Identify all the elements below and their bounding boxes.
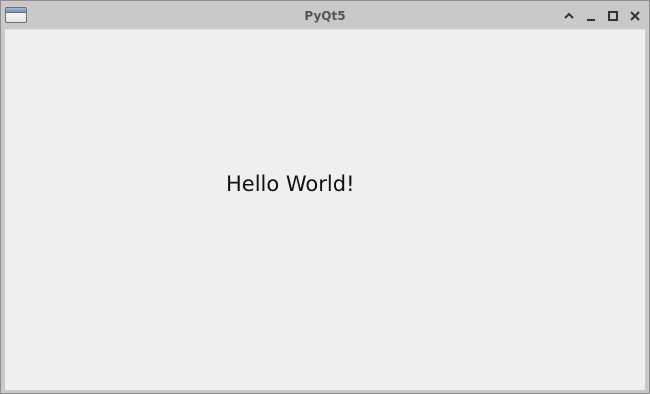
- window-titlebar[interactable]: PyQt5: [1, 1, 649, 29]
- window-client-area: Hello World!: [5, 29, 645, 390]
- minimize-button[interactable]: [581, 6, 601, 26]
- maximize-icon: [608, 11, 618, 21]
- hello-label: Hello World!: [226, 172, 355, 196]
- chevron-up-icon: [564, 12, 574, 19]
- minimize-icon: [587, 19, 595, 21]
- shade-button[interactable]: [559, 6, 579, 26]
- window-controls: [559, 6, 645, 26]
- maximize-button[interactable]: [603, 6, 623, 26]
- close-icon: [630, 11, 640, 21]
- app-window: PyQt5 Hello World!: [0, 0, 650, 394]
- close-button[interactable]: [625, 6, 645, 26]
- window-title: PyQt5: [304, 9, 346, 23]
